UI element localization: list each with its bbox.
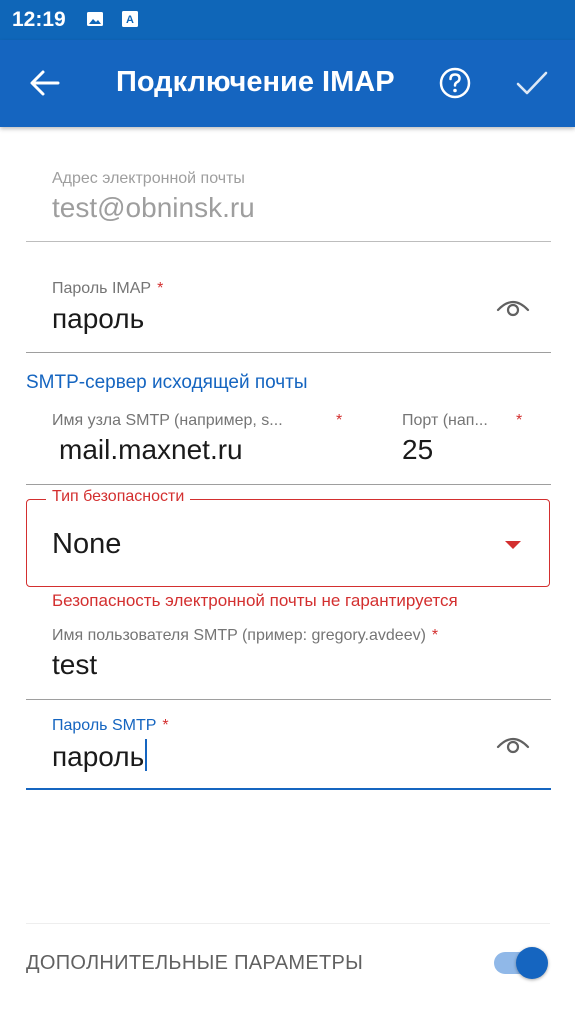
smtp-user-label: Имя пользователя SMTP (пример: gregory.a… — [52, 627, 438, 645]
imap-password-label: Пароль IMAP * — [52, 280, 163, 298]
app-bar: Подключение IMAP — [0, 40, 575, 127]
smtp-port-label: Порт (нап... — [402, 412, 488, 429]
help-circle-icon[interactable] — [438, 66, 472, 100]
status-bar: 12:19 A — [0, 0, 575, 40]
image-icon — [87, 12, 103, 26]
email-field-label: Адрес электронной почты — [52, 170, 245, 187]
smtp-user-label-text: Имя пользователя SMTP (пример: gregory.a… — [52, 627, 426, 644]
eye-icon[interactable] — [496, 296, 530, 320]
smtp-password-label-text: Пароль SMTP — [52, 717, 157, 734]
smtp-host-value[interactable]: mail.maxnet.ru — [59, 434, 243, 466]
security-type-label: Тип безопасности — [46, 488, 191, 506]
advanced-settings-label: ДОПОЛНИТЕЛЬНЫЕ ПАРАМЕТРЫ — [26, 952, 364, 974]
required-mark: * — [336, 412, 343, 429]
smtp-host-underline — [26, 484, 386, 485]
smtp-user-underline — [26, 699, 551, 700]
status-time: 12:19 — [12, 8, 66, 31]
imap-password-value[interactable]: пароль — [52, 303, 144, 335]
security-error-text: Безопасность электронной почты не гарант… — [52, 591, 458, 610]
required-mark: * — [162, 717, 169, 734]
divider — [26, 923, 550, 924]
text-cursor — [145, 739, 148, 771]
smtp-password-value[interactable]: пароль — [52, 741, 144, 772]
required-mark: * — [157, 280, 164, 297]
dropdown-arrow-icon[interactable] — [505, 541, 521, 549]
smtp-password-label: Пароль SMTP * — [52, 717, 169, 735]
smtp-section-title: SMTP-сервер исходящей почты — [26, 372, 308, 393]
email-field-value: test@obninsk.ru — [52, 192, 255, 223]
smtp-password-underline — [26, 788, 551, 790]
check-icon[interactable] — [514, 66, 550, 100]
smtp-port-value[interactable]: 25 — [402, 434, 433, 466]
svg-text:A: A — [126, 14, 134, 26]
smtp-port-underline — [386, 484, 551, 485]
required-mark: * — [431, 627, 439, 644]
imap-password-underline — [26, 352, 551, 353]
page-title: Подключение IMAP — [116, 66, 395, 98]
security-type-value[interactable]: None — [52, 528, 121, 561]
toggle-thumb[interactable] — [516, 947, 548, 979]
text-box-icon: A — [122, 11, 138, 27]
imap-password-label-text: Пароль IMAP — [52, 280, 152, 297]
smtp-user-value[interactable]: test — [52, 649, 97, 681]
email-field-underline — [26, 241, 551, 242]
arrow-left-icon[interactable] — [28, 66, 62, 100]
eye-icon[interactable] — [496, 733, 530, 757]
smtp-password-value-wrap[interactable]: пароль — [52, 739, 148, 773]
required-mark: * — [516, 412, 523, 429]
smtp-host-label: Имя узла SMTP (например, s... — [52, 412, 283, 429]
